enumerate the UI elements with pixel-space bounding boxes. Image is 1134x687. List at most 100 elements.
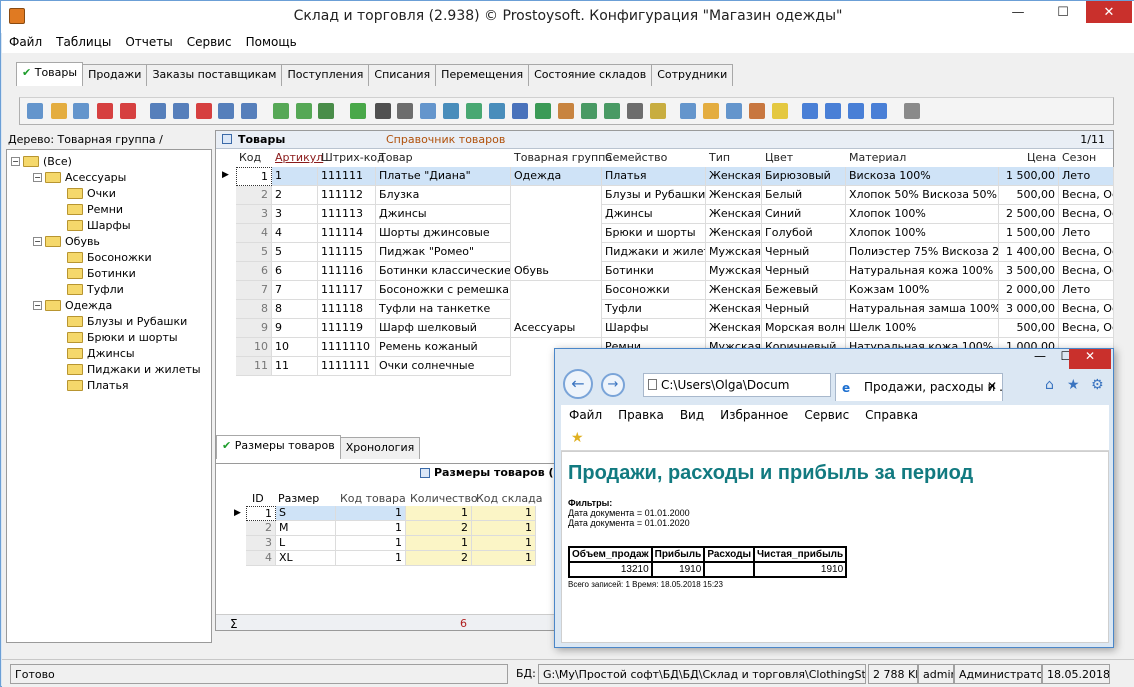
table-cell[interactable] <box>511 243 602 262</box>
table-row[interactable]: 9 9 111119 Шарф шелковый Асессуары Шарфы Женск… <box>216 319 1114 338</box>
add-favorite-icon[interactable]: ★ <box>571 430 584 446</box>
menu-file[interactable]: Файл <box>2 33 49 53</box>
table-cell[interactable]: Натуральная замша 100% <box>846 300 999 319</box>
table-cell[interactable]: Натуральная кожа 100% <box>846 262 999 281</box>
column-header[interactable]: Количество <box>410 492 478 505</box>
tab-transfers[interactable]: Перемещения <box>435 64 530 86</box>
table-cell[interactable]: 1 <box>272 167 318 186</box>
tree-node[interactable]: − Обувь <box>33 233 100 249</box>
filter-set-icon[interactable] <box>241 103 257 119</box>
tree-node[interactable]: − Асессуары <box>33 169 126 185</box>
csv-icon[interactable] <box>581 103 597 119</box>
table-cell[interactable]: 1 <box>236 167 272 186</box>
html-icon[interactable] <box>558 103 574 119</box>
back-icon[interactable]: ← <box>563 369 593 399</box>
tree-node[interactable]: − (Все) <box>11 153 72 169</box>
table-cell[interactable]: 4 <box>272 224 318 243</box>
close-button[interactable]: ✕ <box>1086 1 1132 23</box>
table-cell[interactable]: 1 <box>246 506 276 521</box>
column-header[interactable]: Код товара <box>340 492 406 505</box>
table-cell[interactable]: 3 500,00 <box>999 262 1059 281</box>
table-cell[interactable]: 9 <box>236 319 272 338</box>
table-cell[interactable]: Туфли на танкетке <box>376 300 511 319</box>
table-cell[interactable]: 111119 <box>318 319 376 338</box>
table-cell[interactable]: 1 400,00 <box>999 243 1059 262</box>
settings-gear-icon[interactable]: ⚙ <box>1091 377 1104 393</box>
table-cell[interactable]: Женская <box>706 319 762 338</box>
table-cell[interactable]: 9 <box>272 319 318 338</box>
table-cell[interactable]: Хлопок 100% <box>846 224 999 243</box>
tab-employees[interactable]: Сотрудники <box>651 64 734 86</box>
flash-icon[interactable] <box>772 103 788 119</box>
table-cell[interactable]: 4 <box>246 551 276 566</box>
table-cell[interactable]: 111118 <box>318 300 376 319</box>
column-header[interactable]: Тип <box>709 151 730 167</box>
tab-close-icon[interactable]: ✕ <box>987 379 997 393</box>
tree-node[interactable]: Пиджаки и жилеты <box>55 361 201 377</box>
excel-icon[interactable] <box>535 103 551 119</box>
delete-icon[interactable] <box>97 103 113 119</box>
tree-node[interactable]: Туфли <box>55 281 124 297</box>
table-row[interactable]: 4 XL 1 2 1 <box>216 551 554 566</box>
table-cell[interactable]: 1 <box>472 551 536 566</box>
table-cell[interactable]: Женская <box>706 205 762 224</box>
table-cell[interactable]: 8 <box>272 300 318 319</box>
table-cell[interactable]: S <box>276 506 336 521</box>
table-cell[interactable]: Хлопок 50% Вискоза 50% <box>846 186 999 205</box>
table-cell[interactable]: Черный <box>762 243 846 262</box>
tab-writeoffs[interactable]: Списания <box>368 64 437 86</box>
table-cell[interactable]: 2 <box>246 521 276 536</box>
tab-supplier-orders[interactable]: Заказы поставщикам <box>146 64 283 86</box>
table-row[interactable]: 7 7 111117 Босоножки с ремешками Босоножки Же… <box>216 281 1114 300</box>
table-cell[interactable]: Весна, Ос <box>1059 319 1114 338</box>
table-cell[interactable]: Черный <box>762 262 846 281</box>
table-cell[interactable]: Бирюзовый <box>762 167 846 186</box>
table-cell[interactable]: 1 500,00 <box>999 224 1059 243</box>
collapse-icon[interactable]: − <box>33 172 42 182</box>
card-icon[interactable] <box>904 103 920 119</box>
next-icon[interactable] <box>848 103 864 119</box>
table-cell[interactable]: Ремень кожаный <box>376 338 511 357</box>
table-cell[interactable]: Платья <box>602 167 706 186</box>
menu-tables[interactable]: Таблицы <box>49 33 118 53</box>
table-cell[interactable]: 7 <box>272 281 318 300</box>
table-cell[interactable]: XL <box>276 551 336 566</box>
table-cell[interactable]: Полиэстер 75% Вискоза 25% <box>846 243 999 262</box>
ie-menu-help[interactable]: Справка <box>857 405 926 427</box>
forward-icon[interactable]: → <box>601 373 625 397</box>
table-cell[interactable]: Хлопок 100% <box>846 205 999 224</box>
ie-menu-favorites[interactable]: Избранное <box>712 405 796 427</box>
table-cell[interactable]: 1 <box>336 536 406 551</box>
table-cell[interactable]: 2 <box>406 551 472 566</box>
table-cell[interactable]: 1111110 <box>318 338 376 357</box>
tree-node[interactable]: Платья <box>55 377 129 393</box>
table-cell[interactable]: 111117 <box>318 281 376 300</box>
table-cell[interactable]: Женская <box>706 224 762 243</box>
preview-icon[interactable] <box>420 103 436 119</box>
table-cell[interactable]: 1 <box>336 551 406 566</box>
table-cell[interactable]: Ботинки <box>602 262 706 281</box>
tree-icon[interactable] <box>296 103 312 119</box>
table-cell[interactable]: 1 <box>472 506 536 521</box>
collapse-icon[interactable]: − <box>33 236 42 246</box>
column-header[interactable]: Семейство <box>605 151 667 167</box>
table-cell[interactable] <box>511 205 602 224</box>
table-cell[interactable]: Платье "Диана" <box>376 167 511 186</box>
column-header[interactable]: Код <box>239 151 261 167</box>
table-cell[interactable]: Шарфы <box>602 319 706 338</box>
table-cell[interactable]: 3 000,00 <box>999 300 1059 319</box>
maximize-button[interactable]: ☐ <box>1041 1 1085 23</box>
table-row[interactable]: ▶ 1 S 1 1 1 <box>216 506 554 521</box>
table-cell[interactable]: Женская <box>706 186 762 205</box>
table-cell[interactable]: 1 <box>406 506 472 521</box>
table-cell[interactable]: 1 <box>406 536 472 551</box>
table-cell[interactable]: M <box>276 521 336 536</box>
table-cell[interactable]: Женская <box>706 281 762 300</box>
table-cell[interactable] <box>511 224 602 243</box>
table-cell[interactable]: 1 <box>336 521 406 536</box>
favorites-icon[interactable]: ★ <box>1067 377 1080 393</box>
table-cell[interactable]: Блузка <box>376 186 511 205</box>
table-row[interactable]: 2 2 111112 Блузка Блузы и Рубашки Женская Белы… <box>216 186 1114 205</box>
table-cell[interactable] <box>511 186 602 205</box>
browser-close-button[interactable]: ✕ <box>1069 349 1111 369</box>
